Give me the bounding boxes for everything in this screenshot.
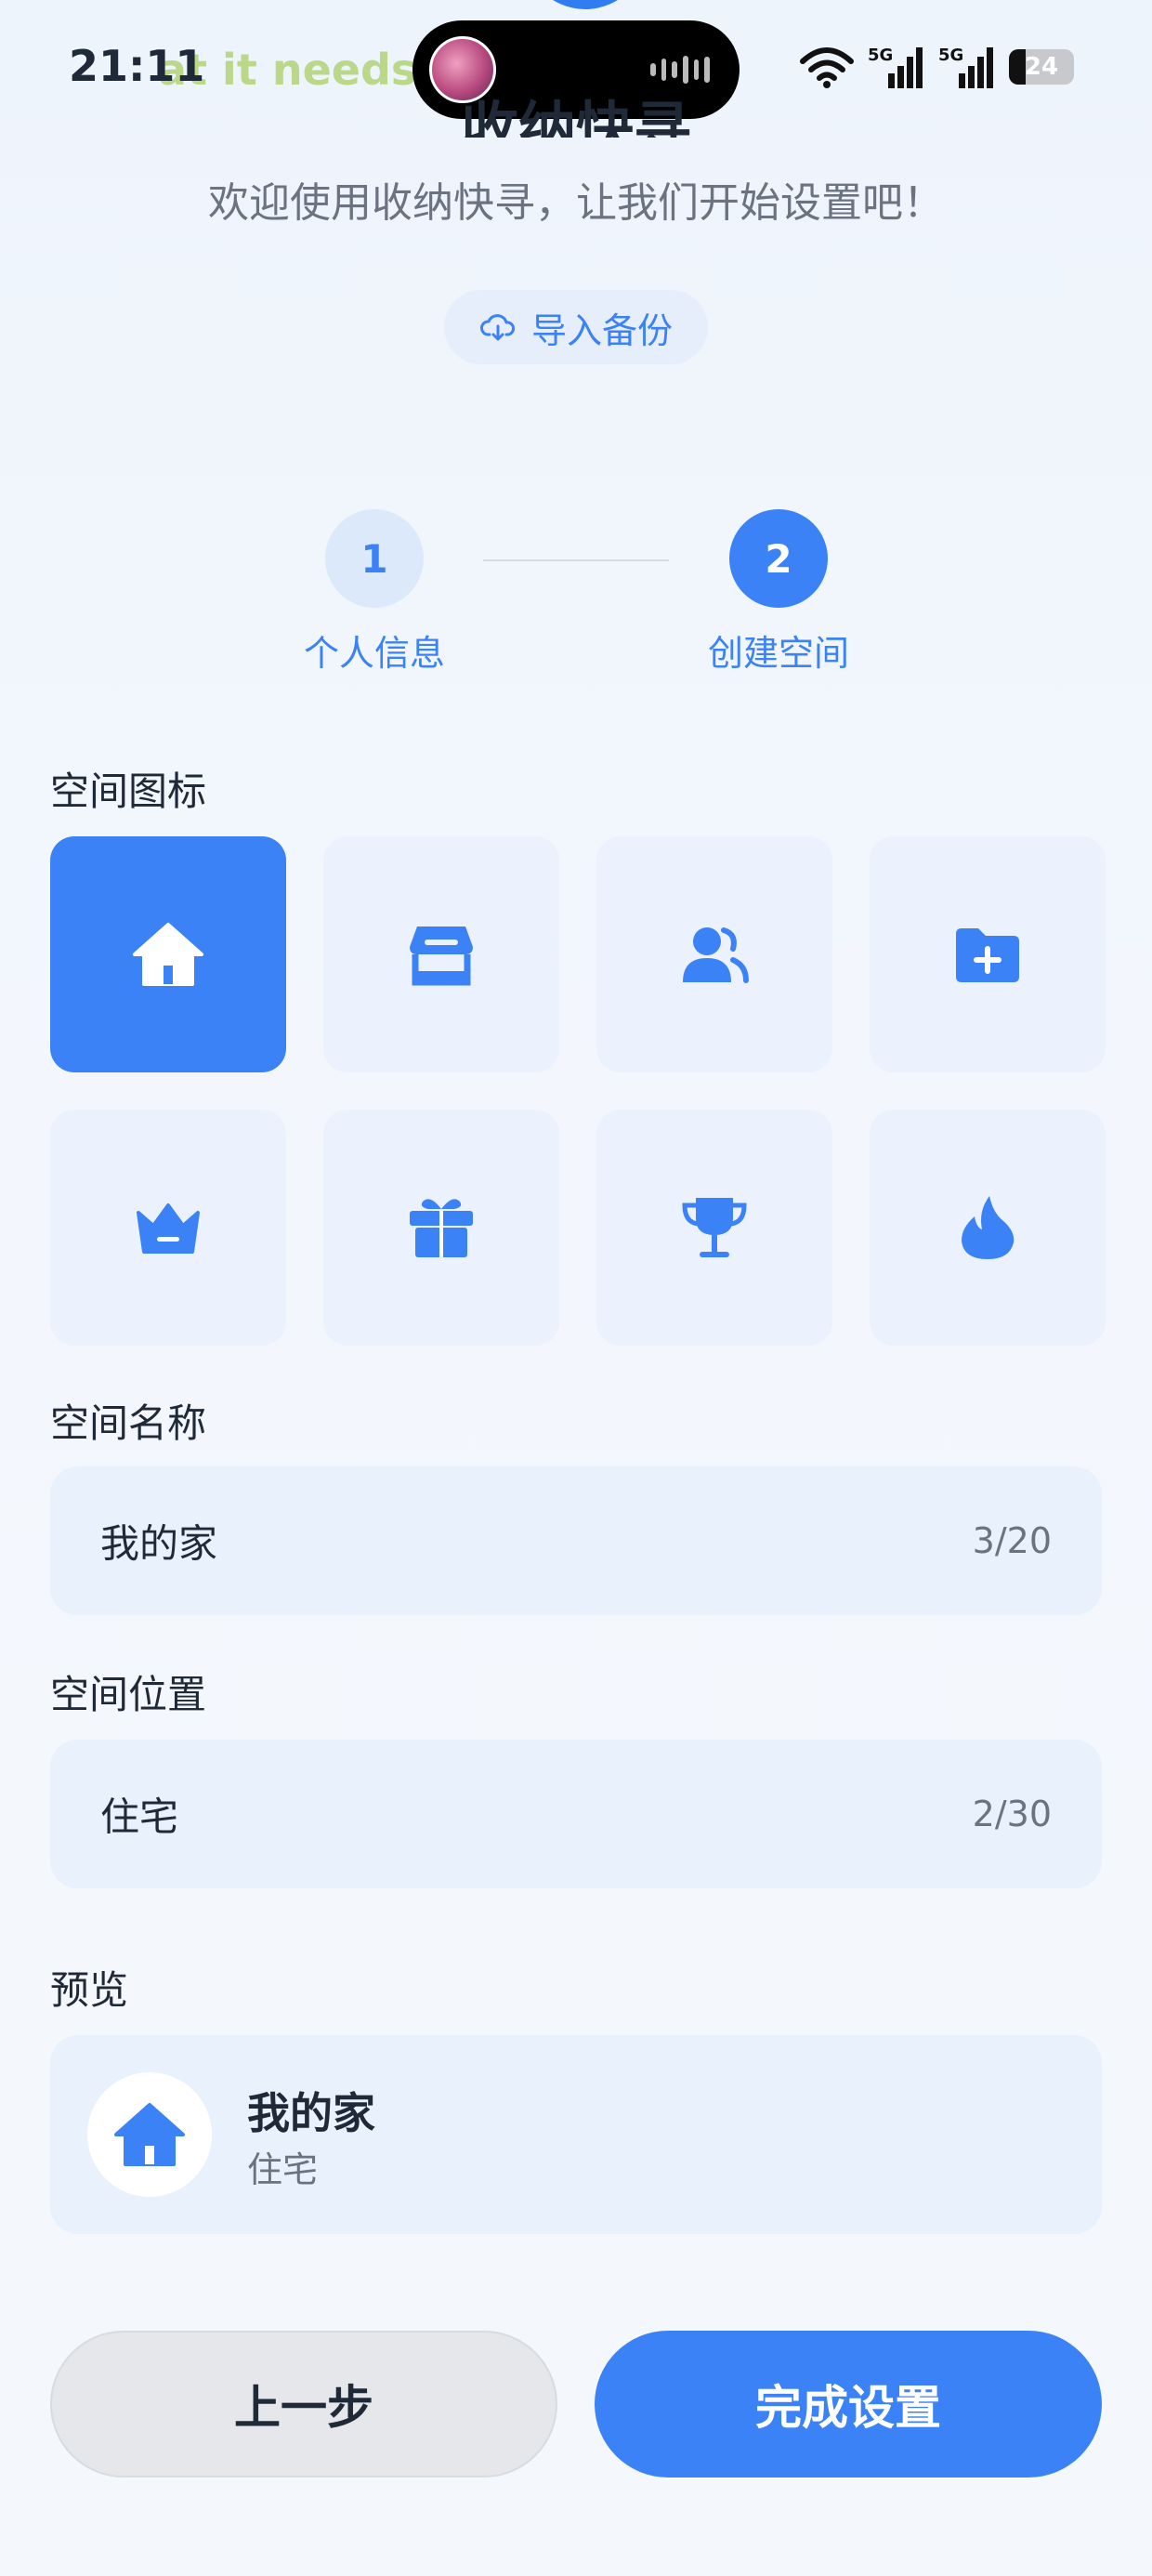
svg-text:5G: 5G xyxy=(938,46,963,65)
welcome-subtitle: 欢迎使用收纳快寻，让我们开始设置吧！ xyxy=(208,179,944,227)
preview-label: 预览 xyxy=(50,1967,129,2013)
space-icon-label: 空间图标 xyxy=(50,769,207,814)
step-1-indicator: 1 xyxy=(325,509,424,608)
step-2-label: 创建空间 xyxy=(707,633,849,674)
step-connector xyxy=(483,559,669,561)
preview-space-location: 住宅 xyxy=(247,2149,319,2190)
svg-text:5G: 5G xyxy=(868,46,893,65)
preview-space-name: 我的家 xyxy=(247,2088,375,2138)
space-name-value: 我的家 xyxy=(100,1520,218,1567)
space-name-input[interactable]: 我的家 3/20 xyxy=(50,1466,1102,1615)
icon-option-trophy[interactable] xyxy=(596,1110,832,1346)
finish-setup-button[interactable]: 完成设置 xyxy=(595,2331,1102,2477)
icon-option-flame[interactable] xyxy=(870,1110,1106,1346)
space-name-label: 空间名称 xyxy=(50,1400,207,1446)
store-icon xyxy=(410,927,473,986)
import-backup-label: 导入备份 xyxy=(530,309,673,351)
space-location-input[interactable]: 住宅 2/30 xyxy=(50,1740,1102,1888)
home-icon xyxy=(114,2103,185,2166)
app-title: 收纳快寻 xyxy=(460,95,691,138)
cloud-download-icon xyxy=(479,314,515,341)
space-preview-card: 我的家 住宅 xyxy=(50,2035,1102,2234)
header-logo-circle xyxy=(520,0,650,9)
icon-option-gift[interactable] xyxy=(323,1110,559,1346)
icon-option-home[interactable] xyxy=(50,836,286,1072)
flame-icon xyxy=(962,1196,1015,1259)
icon-option-crown[interactable] xyxy=(50,1110,286,1346)
space-location-label: 空间位置 xyxy=(50,1672,207,1717)
icon-option-folder[interactable] xyxy=(870,836,1106,1072)
users-icon xyxy=(683,927,749,983)
preview-avatar xyxy=(87,2072,212,2197)
import-backup-button[interactable]: 导入备份 xyxy=(444,290,708,364)
home-icon xyxy=(133,923,203,986)
space-name-count: 3/20 xyxy=(972,1520,1052,1561)
step-1-label: 个人信息 xyxy=(303,633,445,674)
icon-option-users[interactable] xyxy=(596,836,832,1072)
space-location-value: 住宅 xyxy=(100,1794,179,1840)
step-2-indicator: 2 xyxy=(729,509,828,608)
icon-option-store[interactable] xyxy=(323,836,559,1072)
previous-step-button[interactable]: 上一步 xyxy=(50,2331,557,2477)
trophy-icon xyxy=(682,1198,747,1257)
crown-icon xyxy=(137,1203,200,1254)
space-location-count: 2/30 xyxy=(972,1794,1052,1834)
folder-plus-icon xyxy=(956,928,1019,982)
gift-icon xyxy=(410,1199,473,1257)
